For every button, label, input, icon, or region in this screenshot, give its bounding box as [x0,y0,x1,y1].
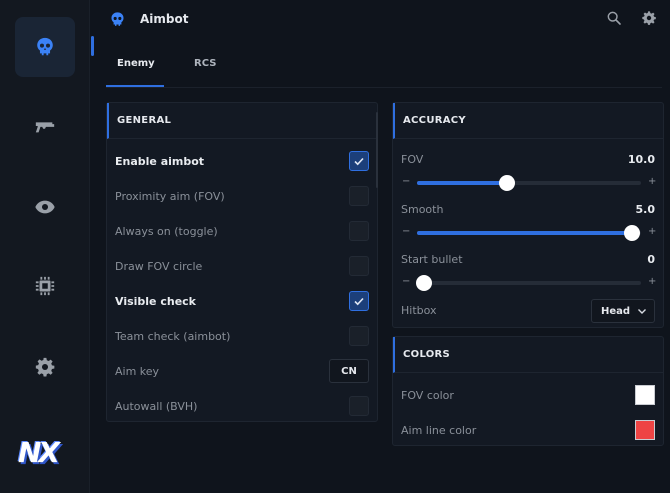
row-label: Always on (toggle) [115,224,218,238]
draw-fov-circle-checkbox[interactable] [349,256,369,276]
row-always-on: Always on (toggle) [115,220,369,242]
row-draw-fov-circle: Draw FOV circle [115,255,369,277]
autowall-checkbox[interactable] [349,396,369,416]
hitbox-value: Head [601,305,631,317]
colors-panel: COLORS FOV color Aim line color [392,336,664,446]
slider-thumb[interactable] [624,225,641,241]
tabs-divider [106,87,662,88]
sidebar-item-settings[interactable] [15,337,75,397]
active-indicator [91,36,94,56]
page-title: Aimbot [140,12,189,26]
slider-label: FOV [401,153,424,166]
accuracy-panel: ACCURACY FOV 10.0 − + Smooth 5.0 − + Sta… [392,102,664,328]
minus-icon[interactable]: − [402,226,410,237]
sidebar: NX [0,0,90,493]
slider-fill [417,231,633,235]
slider-label: Start bullet [401,253,463,266]
chip-icon [35,276,55,296]
enable-aimbot-checkbox[interactable] [349,151,369,171]
tab-enemy[interactable]: Enemy [117,58,155,69]
gun-icon [35,122,55,133]
sidebar-item-visuals[interactable] [15,177,75,237]
gear-icon [35,357,55,377]
slider-value: 0 [647,253,655,266]
row-enable-aimbot: Enable aimbot [115,150,369,172]
fov-slider[interactable] [417,175,641,191]
general-panel: GENERAL Enable aimbot Proximity aim (FOV… [106,102,378,422]
chevron-down-icon [638,309,646,314]
skull-icon [111,12,124,26]
sidebar-item-misc[interactable] [15,256,75,316]
row-autowall: Autowall (BVH) [115,395,369,417]
skull-icon [37,37,53,56]
slider-thumb[interactable] [415,275,432,291]
slider-value: 5.0 [635,203,656,216]
row-label: Visible check [115,294,196,308]
aim-line-color-swatch[interactable] [635,420,655,440]
sidebar-item-aimbot[interactable] [15,17,75,77]
minus-icon[interactable]: − [402,176,410,187]
team-check-checkbox[interactable] [349,326,369,346]
row-label: Aim key [115,364,160,378]
smooth-slider[interactable] [417,225,641,241]
row-aim-key: Aim key CN [115,359,369,383]
panel-title: ACCURACY [393,103,663,139]
row-visible-check: Visible check [115,290,369,312]
plus-icon[interactable]: + [648,226,656,237]
eye-icon [35,200,55,214]
row-label: FOV color [401,388,454,402]
gear-icon[interactable] [641,10,657,26]
row-label: Autowall (BVH) [115,399,198,413]
row-team-check: Team check (aimbot) [115,325,369,347]
proximity-aim-checkbox[interactable] [349,186,369,206]
panel-title: COLORS [393,337,663,373]
slider-fill [417,181,507,185]
aim-key-button[interactable]: CN [329,359,369,383]
check-icon [354,297,364,306]
check-icon [354,157,364,166]
start-bullet-slider[interactable] [415,275,641,291]
visible-check-checkbox[interactable] [349,291,369,311]
general-scrollbar[interactable] [376,112,378,188]
sidebar-item-weapons[interactable] [15,96,75,156]
hitbox-select[interactable]: Head [591,299,655,323]
row-label: Draw FOV circle [115,259,203,273]
search-icon[interactable] [606,10,622,26]
plus-icon[interactable]: + [648,276,656,287]
slider-thumb[interactable] [498,175,515,191]
always-on-checkbox[interactable] [349,221,369,241]
row-label: Enable aimbot [115,154,205,168]
slider-label: Smooth [401,203,444,216]
row-label: Team check (aimbot) [115,329,231,343]
brand-logo: NX [18,436,60,469]
row-aim-line-color: Aim line color [401,419,655,441]
plus-icon[interactable]: + [648,176,656,187]
row-proximity-aim: Proximity aim (FOV) [115,185,369,207]
panel-title: GENERAL [107,103,377,139]
row-fov-color: FOV color [401,384,655,406]
hitbox-label: Hitbox [401,304,437,317]
row-label: Aim line color [401,423,477,437]
slider-value: 10.0 [627,153,655,166]
fov-color-swatch[interactable] [635,385,655,405]
tab-rcs[interactable]: RCS [194,58,216,69]
minus-icon[interactable]: − [402,276,410,287]
row-label: Proximity aim (FOV) [115,189,225,203]
